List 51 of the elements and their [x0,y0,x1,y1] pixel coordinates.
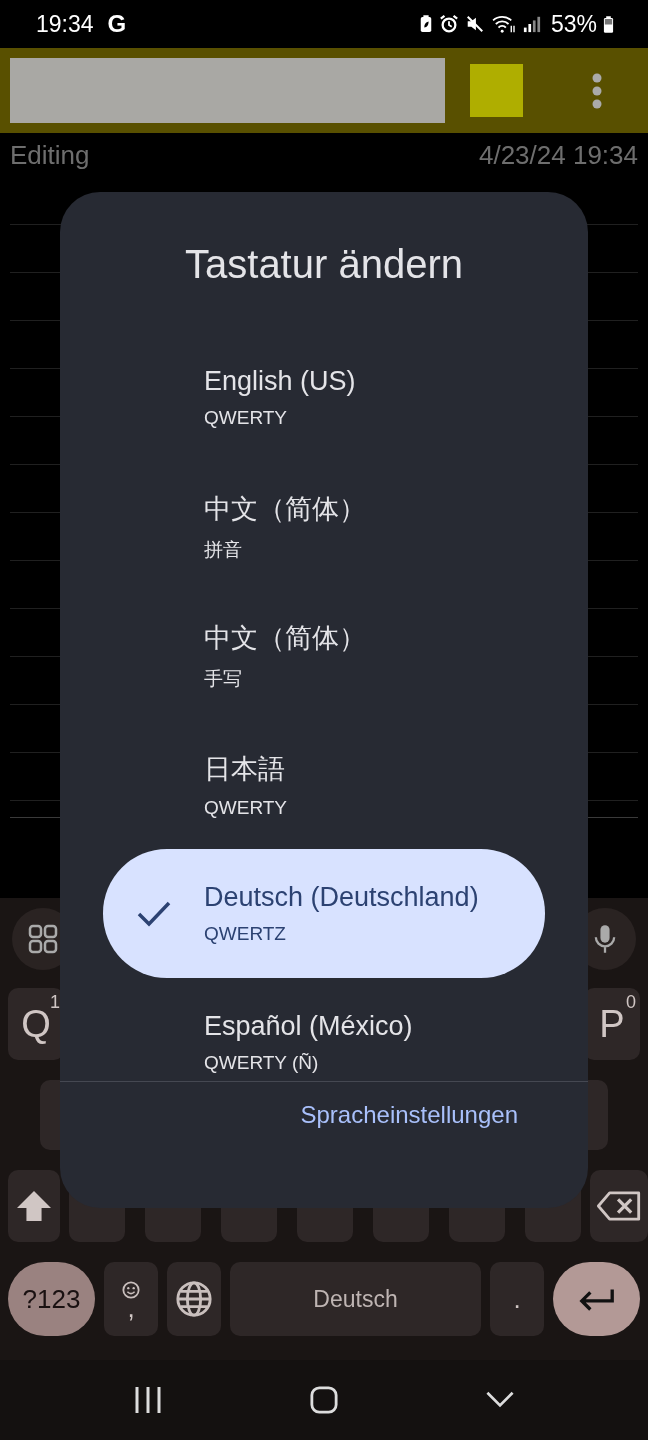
title-field[interactable] [10,58,445,123]
language-key[interactable] [167,1262,221,1336]
option-name: 日本語 [204,752,286,786]
shift-key[interactable] [8,1170,60,1242]
backspace-icon [596,1191,642,1221]
signal-icon [522,15,541,33]
mute-icon [464,14,485,34]
space-key[interactable]: Deutsch [230,1262,481,1336]
option-layout: QWERTY [204,796,288,819]
backspace-key[interactable] [590,1170,648,1242]
battery-saver-icon [418,14,433,34]
symbols-key[interactable]: ?123 [8,1262,95,1336]
battery-icon [603,14,614,34]
option-layout: 手写 [204,666,243,691]
emoji-comma-key[interactable]: , [104,1262,158,1336]
alarm-icon [438,14,459,34]
keyboard-option[interactable]: 中文（简体） 手写 [60,591,588,720]
shift-arrow-icon [14,1189,54,1223]
note-timestamp: 4/23/24 19:34 [478,139,638,171]
dialog-title: Tastatur ändern [184,241,464,288]
notification-letter: G [107,10,127,38]
more-options-icon[interactable] [592,72,602,109]
language-settings-button[interactable]: Spracheinstellungen [294,1100,524,1130]
option-name: Deutsch (Deutschland) [204,882,479,913]
keyboard-option[interactable]: 中文（简体） 拼音 [60,462,588,591]
battery-percent: 53% [550,10,597,38]
home-icon[interactable] [310,1386,338,1414]
keyboard-option[interactable]: Deutsch (Deutschland) QWERTZ [103,849,545,978]
microphone-icon [594,924,616,954]
status-time: 19:34 [36,10,94,38]
hide-keyboard-icon[interactable] [484,1391,515,1409]
option-layout: QWERTY [204,407,289,429]
wifi-icon [490,14,517,34]
option-layout: QWERTY (Ñ) [204,1052,320,1074]
keyboard-option[interactable]: 日本語 QWERTY [60,720,588,849]
option-layout: 拼音 [204,537,243,562]
check-icon [137,901,171,927]
grid-icon [28,924,58,954]
color-swatch[interactable] [470,64,523,117]
globe-icon [175,1280,213,1318]
option-name: English (US) [204,366,356,397]
enter-arrow-icon [577,1287,616,1311]
option-layout: QWERTZ [204,923,287,945]
keyboard-option[interactable]: English (US) QWERTY [60,333,588,462]
option-name: 中文（简体） [204,621,366,655]
recent-apps-icon[interactable] [133,1386,164,1414]
period-key[interactable]: . [490,1262,544,1336]
option-name: Español (México) [204,1011,413,1042]
note-status: Editing [10,139,90,171]
option-name: 中文（简体） [204,492,366,526]
smiley-icon [122,1281,140,1299]
